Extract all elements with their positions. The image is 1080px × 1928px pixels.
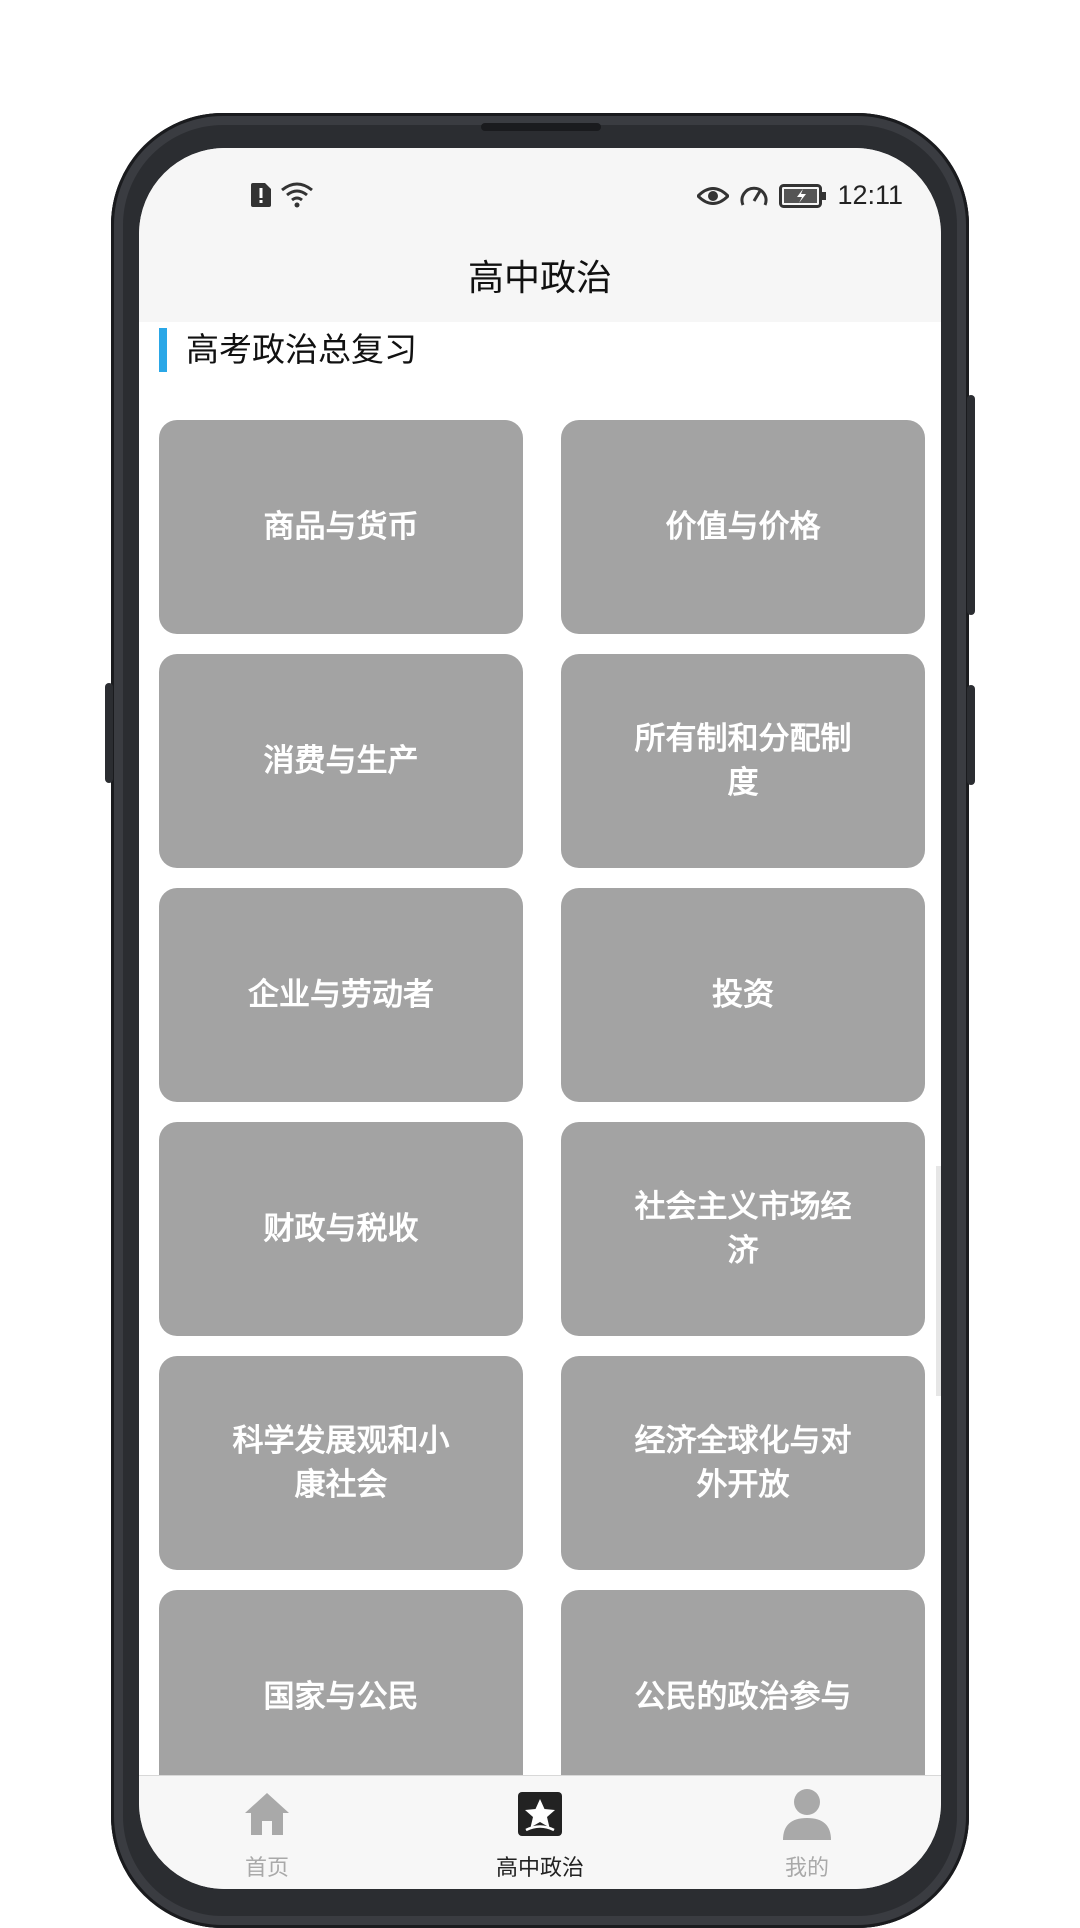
page-title: 高中政治 — [467, 258, 612, 299]
star-icon — [518, 1792, 562, 1836]
tab-label: 我的 — [784, 1856, 829, 1881]
section-accent-bar — [159, 328, 167, 372]
topic-label: 经济全球化与对外开放 — [634, 1423, 852, 1503]
topic-label: 国家与公民 — [263, 1679, 419, 1715]
status-time: 12:11 — [837, 180, 903, 210]
section-title: 高考政治总复习 — [186, 330, 417, 369]
tab-home[interactable]: 首页 — [187, 1786, 347, 1882]
topic-label: 财政与税收 — [263, 1211, 419, 1247]
topic-grid: 商品与货币 价值与价格 消费与生产 所有制和分配制度 企业与劳动者 投资 财政与… — [159, 420, 925, 1804]
topic-tile[interactable]: 经济全球化与对外开放 — [561, 1356, 925, 1570]
status-right: 12:11 — [697, 180, 903, 211]
side-button — [967, 685, 975, 785]
topic-label: 所有制和分配制度 — [634, 721, 852, 801]
bottom-tab-bar: 首页 高中政治 我的 — [139, 1775, 941, 1889]
topic-label: 投资 — [712, 977, 774, 1013]
topic-tile[interactable]: 公民的政治参与 — [561, 1590, 925, 1804]
phone-frame: 12:11 高中政治 高考政治总复习 商品与货币 价值与价格 消费与生产 所有制… — [111, 113, 969, 1928]
tab-mine[interactable]: 我的 — [727, 1786, 887, 1882]
tab-label: 高中政治 — [495, 1856, 584, 1881]
topic-tile[interactable]: 投资 — [561, 888, 925, 1102]
topic-label: 消费与生产 — [263, 743, 419, 779]
section-header: 高考政治总复习 — [139, 322, 941, 388]
topic-label: 商品与货币 — [263, 509, 419, 545]
status-bar: 12:11 — [139, 148, 941, 228]
earpiece-speaker — [481, 123, 601, 131]
status-left — [250, 182, 314, 208]
topic-label: 科学发展观和小康社会 — [232, 1423, 450, 1503]
person-icon — [783, 1789, 831, 1840]
speed-gauge-icon — [740, 186, 768, 206]
side-button — [967, 395, 975, 615]
tab-politics[interactable]: 高中政治 — [460, 1786, 620, 1882]
wifi-icon — [281, 182, 313, 208]
battery-charging-icon — [779, 183, 827, 208]
topic-label: 社会主义市场经济 — [634, 1189, 852, 1269]
topic-tile[interactable]: 科学发展观和小康社会 — [159, 1356, 523, 1570]
screen: 12:11 高中政治 高考政治总复习 商品与货币 价值与价格 消费与生产 所有制… — [139, 148, 941, 1889]
side-button — [105, 683, 113, 783]
scrollbar[interactable] — [936, 1166, 941, 1396]
topic-label: 企业与劳动者 — [248, 977, 434, 1013]
app-header: 高中政治 — [139, 228, 941, 322]
sim-alert-icon — [251, 183, 271, 207]
topic-tile[interactable]: 商品与货币 — [159, 420, 523, 634]
topic-tile[interactable]: 所有制和分配制度 — [561, 654, 925, 868]
topic-tile[interactable]: 社会主义市场经济 — [561, 1122, 925, 1336]
topic-tile[interactable]: 企业与劳动者 — [159, 888, 523, 1102]
topic-label: 价值与价格 — [665, 509, 821, 545]
tab-label: 首页 — [244, 1856, 289, 1881]
eye-icon — [697, 186, 730, 205]
topic-tile[interactable]: 国家与公民 — [159, 1590, 523, 1804]
topic-tile[interactable]: 财政与税收 — [159, 1122, 523, 1336]
topic-tile[interactable]: 消费与生产 — [159, 654, 523, 868]
topic-tile[interactable]: 价值与价格 — [561, 420, 925, 634]
topic-label: 公民的政治参与 — [634, 1679, 852, 1715]
home-icon — [245, 1793, 289, 1835]
